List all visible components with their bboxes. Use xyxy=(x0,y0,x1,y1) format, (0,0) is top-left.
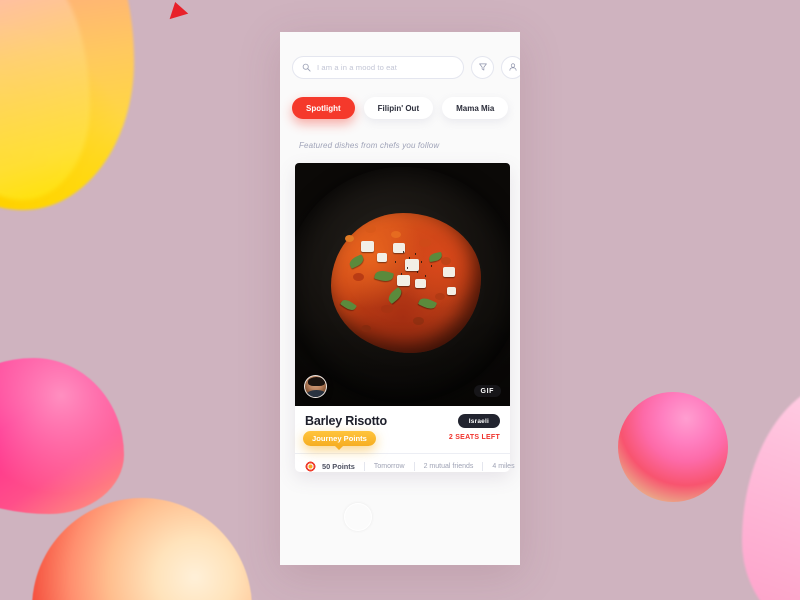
meta-separator xyxy=(363,462,365,471)
dish-meta-row: 50 Points Tomorrow 2 mutual friends 4 mi… xyxy=(305,454,515,472)
meta-separator xyxy=(482,462,484,471)
seats-left-label: 2 SEATS LEFT xyxy=(448,434,500,441)
category-tabs: Spotlight Filipin' Out Mama Mia xyxy=(280,79,520,119)
search-placeholder-text: I am a in a mood to eat xyxy=(317,63,397,72)
tab-mama-mia[interactable]: Mama Mia xyxy=(442,97,509,119)
blob-right-edge-icon xyxy=(742,380,800,600)
points-icon xyxy=(305,461,316,472)
profile-button[interactable] xyxy=(501,56,520,79)
dish-title: Barley Risotto xyxy=(305,414,387,428)
profile-icon xyxy=(508,59,518,77)
meta-friends: 2 mutual friends xyxy=(423,463,474,470)
tab-spotlight[interactable]: Spotlight xyxy=(292,97,355,119)
search-icon xyxy=(302,63,311,72)
sphere-bottom-left-icon xyxy=(32,498,252,600)
cursor-ring xyxy=(344,503,372,531)
phone-screen: I am a in a mood to eat Spotlight Filipi… xyxy=(280,32,520,565)
avatar-shoulders xyxy=(306,390,326,397)
red-triangle-icon xyxy=(169,1,191,25)
chef-avatar[interactable] xyxy=(304,375,327,398)
tab-filipin-out-label: Filipin' Out xyxy=(377,103,420,113)
photo-overlay-gradient xyxy=(295,163,510,406)
meta-distance: 4 miles xyxy=(492,463,515,470)
tab-spotlight-label: Spotlight xyxy=(306,103,341,113)
search-row: I am a in a mood to eat xyxy=(280,32,520,79)
dish-description-row: A classic risotto 2 SEATS LEFT Journey P… xyxy=(303,431,500,450)
gif-badge[interactable]: GIF xyxy=(473,385,501,397)
tab-mama-mia-label: Mama Mia xyxy=(456,103,495,113)
meta-when: Tomorrow xyxy=(373,463,405,470)
filter-icon xyxy=(478,59,488,77)
dish-card[interactable]: GIF Barley Risotto Israeli A classic ris… xyxy=(295,163,515,472)
journey-points-tooltip[interactable]: Journey Points xyxy=(303,431,376,450)
search-input[interactable]: I am a in a mood to eat xyxy=(292,56,464,79)
meta-separator xyxy=(413,462,415,471)
dish-card-body: Barley Risotto Israeli A classic risotto… xyxy=(295,406,515,472)
dish-title-row: Barley Risotto Israeli xyxy=(305,414,500,428)
tab-filipin-out[interactable]: Filipin' Out xyxy=(363,97,434,119)
pink-blob-left-icon xyxy=(0,358,124,514)
meta-points: 50 Points xyxy=(322,462,355,471)
avatar-hair xyxy=(308,377,325,386)
filter-button[interactable] xyxy=(471,56,494,79)
section-subtitle: Featured dishes from chefs you follow xyxy=(299,141,440,150)
origin-badge[interactable]: Israeli xyxy=(457,414,500,428)
dish-photo[interactable]: GIF xyxy=(295,163,510,406)
sphere-right-icon xyxy=(618,392,728,502)
